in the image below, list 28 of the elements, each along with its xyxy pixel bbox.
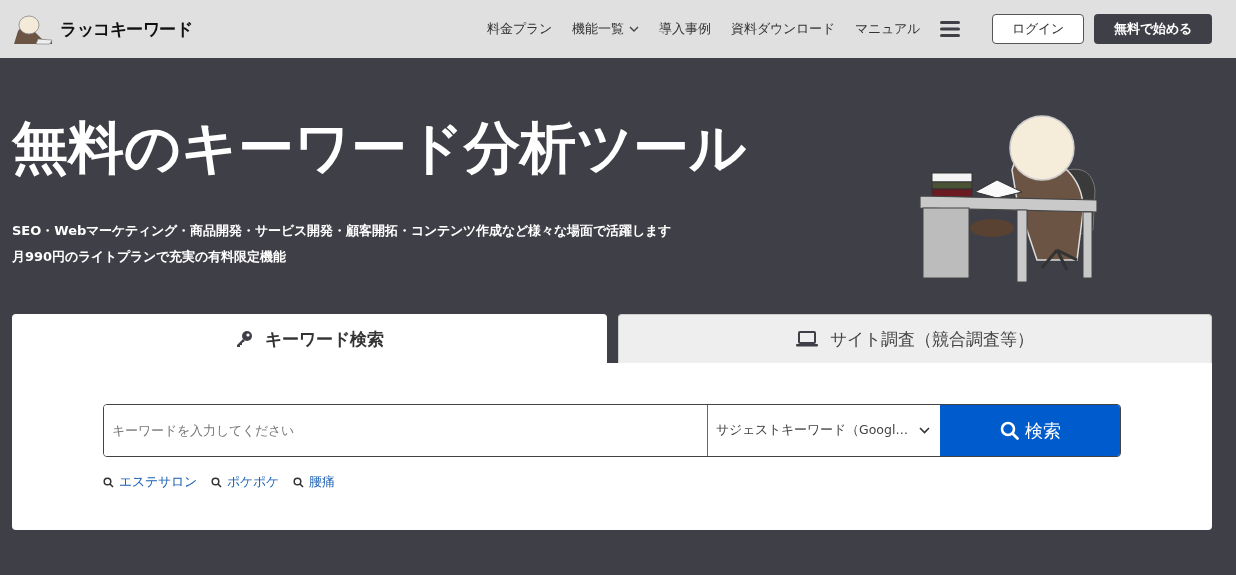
nav-link[interactable]: マニュアル — [855, 20, 920, 38]
suggestion-link[interactable]: 腰痛 — [293, 474, 335, 491]
nav-link[interactable]: 導入事例 — [659, 20, 711, 38]
search-bar[interactable]: キーワードを入力してください サジェストキーワード（Googl… 検索 — [103, 404, 1121, 457]
search-icon — [211, 477, 222, 488]
signup-button[interactable]: 無料で始める — [1094, 14, 1212, 44]
hero-title: 無料のキーワード分析ツール — [12, 114, 746, 182]
menu-icon[interactable] — [940, 21, 960, 37]
nav-link[interactable]: 機能一覧 — [572, 20, 639, 38]
login-button[interactable]: ログイン — [992, 14, 1084, 44]
key-icon — [234, 330, 253, 348]
logo-text[interactable]: ラッコキーワード — [60, 17, 192, 41]
search-button[interactable]: 検索 — [940, 405, 1120, 456]
search-mode-select[interactable]: サジェストキーワード（Googl… — [708, 405, 940, 456]
suggestion-link[interactable]: エステサロン — [103, 474, 197, 491]
search-tab[interactable]: サイト調査（競合調査等） — [617, 314, 1212, 363]
hero-subtitle: SEO・Webマーケティング・商品開発・サービス開発・顧客開拓・コンテンツ作成など様々な場面で活躍します — [12, 222, 673, 240]
chevron-down-icon — [919, 427, 930, 434]
search-icon — [103, 477, 114, 488]
laptop-icon — [795, 331, 818, 347]
keyword-input[interactable]: キーワードを入力してください — [104, 405, 708, 456]
suggestion-link[interactable]: ポケポケ — [211, 474, 279, 491]
nav-link[interactable]: 料金プラン — [487, 20, 552, 38]
nav-link[interactable]: 資料ダウンロード — [731, 20, 835, 38]
search-icon — [293, 477, 304, 488]
hero-subtitle: 月990円のライトプランで充実の有料限定機能 — [12, 248, 288, 266]
search-icon — [999, 421, 1019, 440]
search-tab[interactable]: キーワード検索 — [12, 314, 607, 363]
